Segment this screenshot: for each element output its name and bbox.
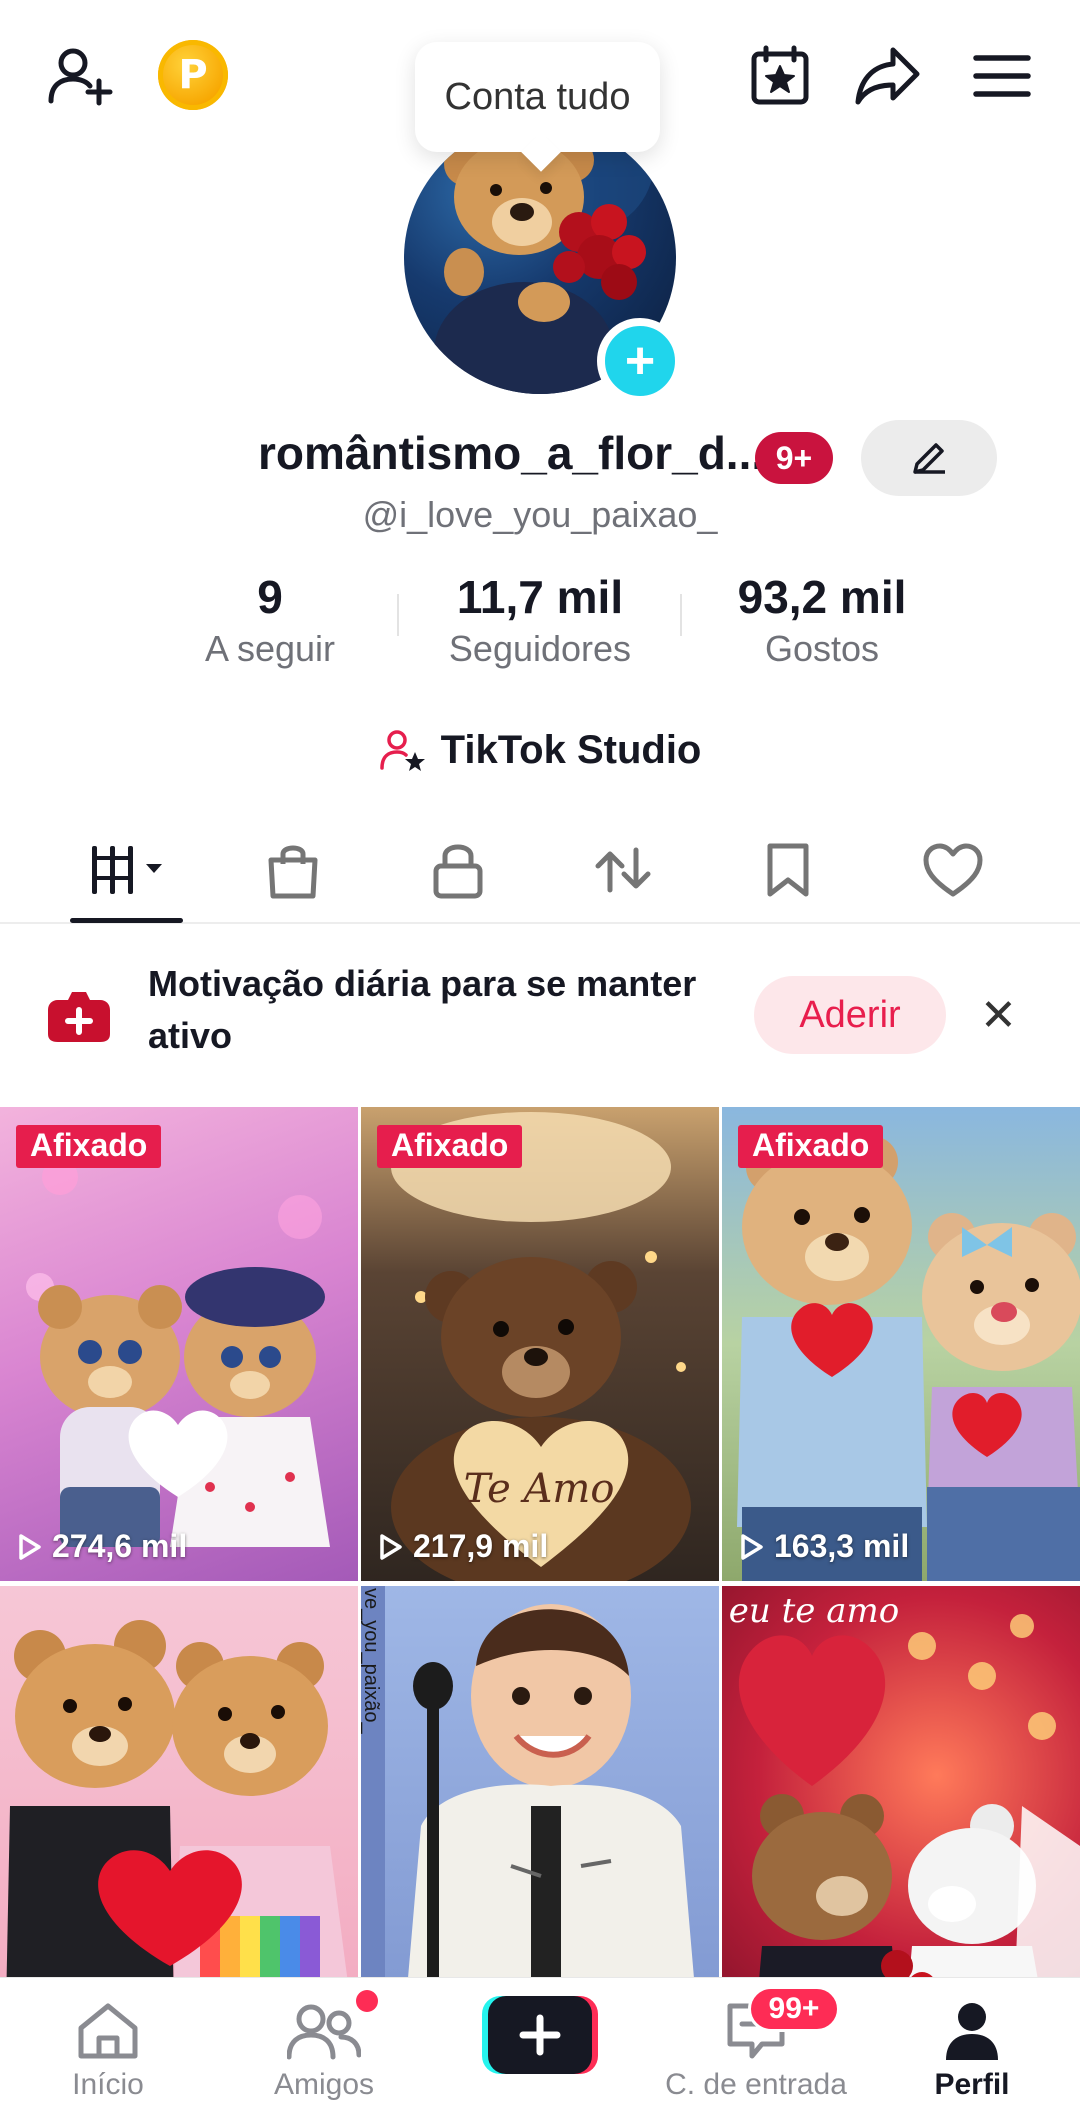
wedding-bears-thumbnail: eu te amo <box>729 1591 1080 2007</box>
calendar-star-icon[interactable] <box>740 36 820 116</box>
nav-profile-label: Perfil <box>934 2068 1010 2101</box>
pinned-badge: Afixado <box>16 1125 162 1168</box>
view-count-text: 274,6 mil <box>52 1528 188 1564</box>
video-tile[interactable]: eu te amo <box>722 1586 1080 2007</box>
notification-badge[interactable]: 9+ <box>755 432 833 484</box>
profile-icon <box>864 1996 1080 2066</box>
username: romântismo_a_flor_d... <box>258 427 765 479</box>
thumbnail-caption: eu te amo <box>729 1591 899 1631</box>
join-button[interactable]: Aderir <box>754 976 946 1054</box>
baby-microphone-thumbnail: ve_you_paixão_ <box>361 1586 697 2007</box>
studio-label: TikTok Studio <box>440 727 702 772</box>
nav-friends[interactable]: Amigos <box>216 1978 432 2116</box>
nav-home-label: Início <box>72 2068 144 2101</box>
video-tile[interactable]: Te Amo Afixado 217,9 mil <box>361 1107 719 1581</box>
close-icon[interactable]: ✕ <box>980 994 1017 1038</box>
stat-value: 93,2 mil <box>737 571 907 623</box>
friends-icon <box>216 1996 432 2066</box>
stat-followers[interactable]: 11,7 mil Seguidores <box>410 570 670 670</box>
video-tile[interactable] <box>0 1586 358 2007</box>
play-icon <box>741 1533 763 1560</box>
play-icon <box>380 1533 402 1560</box>
heart-icon <box>923 843 982 897</box>
create-button[interactable] <box>482 1996 598 2074</box>
promo-plus-icon <box>46 986 112 1049</box>
nav-inbox-label: C. de entrada <box>665 2068 847 2101</box>
couple-bears-thumbnail <box>737 1136 1080 1581</box>
video-tile[interactable]: Afixado 163,3 mil <box>722 1107 1080 1581</box>
view-count-text: 163,3 mil <box>774 1528 910 1564</box>
user-handle: @i_love_you_paixao_ <box>362 494 718 535</box>
stats-row: 9 A seguir 11,7 mil Seguidores 93,2 mil … <box>150 570 940 670</box>
divider <box>680 594 682 636</box>
tab-liked[interactable] <box>870 820 1035 920</box>
play-icon <box>19 1533 41 1560</box>
tab-saved[interactable] <box>705 820 870 920</box>
bears-big-heart-thumbnail <box>6 1620 352 2007</box>
name-row: romântismo_a_flor_d... 9+ <box>0 420 1080 496</box>
points-badge-icon[interactable]: P <box>158 40 228 110</box>
repost-icon <box>595 847 650 893</box>
thumbnail-caption: Te Amo <box>464 1466 615 1512</box>
view-count: 163,3 mil <box>740 1528 909 1565</box>
stat-value: 9 <box>257 571 283 623</box>
tab-shop[interactable] <box>210 820 375 920</box>
nav-profile[interactable]: Perfil <box>864 1978 1080 2116</box>
bear-heart-thumbnail: Te Amo <box>391 1112 691 1581</box>
stat-label: Seguidores <box>448 628 632 669</box>
plus-icon <box>482 1996 598 2074</box>
view-count: 217,9 mil <box>379 1528 548 1565</box>
pencil-icon <box>913 443 945 474</box>
stat-following[interactable]: 9 A seguir <box>140 570 400 670</box>
bottom-nav: Início Amigos C. de entrada 99+ Perfil <box>0 1977 1080 2116</box>
edit-profile-button[interactable] <box>861 420 997 496</box>
nav-friends-label: Amigos <box>273 2068 375 2101</box>
stat-label: A seguir <box>204 628 336 669</box>
active-tab-indicator <box>70 918 183 923</box>
home-icon <box>0 1996 216 2066</box>
profile-tabs <box>0 820 1080 924</box>
video-tile[interactable]: ve_you_paixão_ <box>361 1586 719 2007</box>
shop-bag-icon <box>268 845 317 899</box>
stat-likes[interactable]: 93,2 mil Gostos <box>692 570 952 670</box>
divider <box>397 594 399 636</box>
tab-videos[interactable] <box>45 820 210 920</box>
stat-value: 11,7 mil <box>456 571 624 623</box>
stat-label: Gostos <box>764 628 880 669</box>
thumbnail-watermark: ve_you_paixão_ <box>361 1588 382 1735</box>
lock-icon <box>433 844 482 899</box>
add-friend-icon[interactable] <box>40 36 120 116</box>
nav-home[interactable]: Início <box>0 1978 216 2116</box>
bookmark-icon <box>767 843 808 897</box>
video-tile[interactable]: Afixado 274,6 mil <box>0 1107 358 1581</box>
videos-grid-icon <box>91 846 162 894</box>
view-count: 274,6 mil <box>18 1528 187 1565</box>
add-avatar-button[interactable]: + <box>597 318 683 404</box>
view-count-text: 217,9 mil <box>413 1528 549 1564</box>
video-grid: Afixado 274,6 mil Te Amo Afixado 217,9 m… <box>0 1107 1080 2007</box>
promo-text: Motivação diária para se manter ativo <box>148 963 697 1056</box>
share-icon[interactable] <box>846 36 930 116</box>
pinned-badge: Afixado <box>738 1125 884 1168</box>
promo-banner: Motivação diária para se manter ativo Ad… <box>0 930 1080 1100</box>
tiktok-studio-link[interactable]: TikTok Studio <box>0 720 1080 780</box>
menu-icon[interactable] <box>960 36 1044 116</box>
pinned-badge: Afixado <box>377 1125 523 1168</box>
bears-thumbnail <box>26 1159 330 1547</box>
inbox-badge: 99+ <box>748 1986 840 2032</box>
tooltip[interactable]: Conta tudo <box>415 42 660 152</box>
studio-user-star-icon <box>379 730 425 771</box>
tab-private[interactable] <box>375 820 540 920</box>
friends-notification-dot <box>356 1990 378 2012</box>
tab-reposts[interactable] <box>540 820 705 920</box>
